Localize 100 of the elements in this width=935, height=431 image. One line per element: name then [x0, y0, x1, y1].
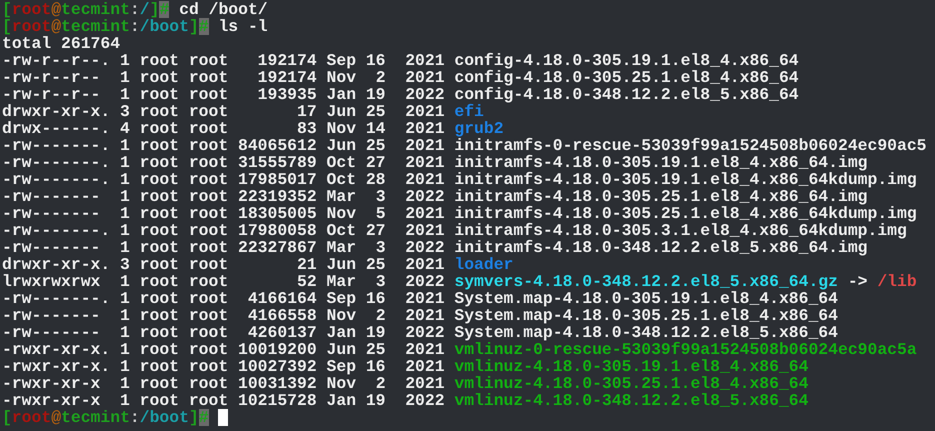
- size-text: 4166558: [248, 307, 317, 324]
- prompt-hash: #: [198, 409, 209, 426]
- prompt-at: @: [51, 1, 62, 18]
- permissions-text: drwxr-xr-x.: [2, 103, 110, 120]
- month-text: Nov: [326, 307, 356, 324]
- month-text: Jun: [326, 341, 356, 358]
- link-count-text: 1: [120, 69, 130, 86]
- permissions-text: -rw-------: [2, 307, 102, 324]
- prompt-bracket: ]: [188, 18, 199, 35]
- year-text: 2021: [405, 307, 445, 324]
- permissions-text: -rw-r--r--: [2, 86, 102, 103]
- file-name: config-4.18.0-348.12.2.el8_5.x86_64: [454, 86, 799, 103]
- month-text: Jan: [326, 324, 356, 341]
- size-text: 10027392: [238, 358, 317, 375]
- day-text: 19: [366, 324, 386, 341]
- prompt-host: tecmint: [61, 409, 130, 426]
- day-text: 25: [366, 256, 386, 273]
- file-name: System.map-4.18.0-348.12.2.el8_5.x86_64: [454, 324, 838, 341]
- permissions-text: -rw-------.: [2, 222, 110, 239]
- link-count-text: 1: [120, 188, 130, 205]
- year-text: 2021: [405, 103, 445, 120]
- day-text: 14: [366, 120, 386, 137]
- prompt-bracket: [: [2, 18, 12, 35]
- owner-text: root: [140, 103, 180, 120]
- owner-text: root: [140, 205, 180, 222]
- permissions-text: -rw-------: [2, 205, 102, 222]
- month-text: Mar: [326, 188, 356, 205]
- size-text: 52: [297, 273, 317, 290]
- size-text: 192174: [258, 52, 317, 69]
- group-text: root: [188, 69, 228, 86]
- month-text: Sep: [326, 52, 356, 69]
- month-text: Jan: [326, 86, 356, 103]
- size-text: 10031392: [238, 375, 317, 392]
- day-text: 2: [376, 375, 386, 392]
- day-text: 27: [366, 222, 386, 239]
- size-text: 17985017: [238, 171, 317, 188]
- year-text: 2021: [405, 205, 445, 222]
- group-text: root: [188, 358, 228, 375]
- size-text: 4166164: [248, 290, 317, 307]
- month-text: Nov: [326, 69, 356, 86]
- day-text: 16: [366, 52, 386, 69]
- month-text: Oct: [326, 154, 356, 171]
- month-text: Sep: [326, 358, 356, 375]
- link-count-text: 1: [120, 205, 130, 222]
- day-text: 2: [376, 307, 386, 324]
- permissions-text: -rw-------: [2, 324, 102, 341]
- group-text: root: [188, 307, 228, 324]
- prompt-bracket: [: [2, 1, 12, 18]
- file-name: symvers-4.18.0-348.12.2.el8_5.x86_64.gz: [454, 273, 838, 290]
- group-text: root: [188, 171, 228, 188]
- prompt-host: tecmint: [61, 1, 130, 18]
- owner-text: root: [140, 69, 180, 86]
- group-text: root: [188, 290, 228, 307]
- size-text: 193935: [258, 86, 317, 103]
- group-text: root: [188, 103, 228, 120]
- permissions-text: -rwxr-xr-x: [2, 375, 102, 392]
- group-text: root: [188, 392, 228, 409]
- file-name: initramfs-4.18.0-305.25.1.el8_4.x86_64kdump.img: [454, 205, 917, 222]
- command-text: cd /boot/: [179, 1, 268, 18]
- output-text: total 261764: [2, 35, 120, 52]
- month-text: Mar: [326, 239, 356, 256]
- owner-text: root: [140, 392, 180, 409]
- size-text: 21: [297, 256, 317, 273]
- permissions-text: -rw-------.: [2, 137, 110, 154]
- file-name: vmlinuz-4.18.0-305.19.1.el8_4.x86_64: [454, 358, 808, 375]
- prompt-bracket: ]: [150, 1, 160, 18]
- file-name: initramfs-0-rescue-53039f99a1524508b06024ec90ac5: [454, 137, 927, 154]
- month-text: Nov: [326, 375, 356, 392]
- day-text: 16: [366, 358, 386, 375]
- link-count-text: 1: [120, 222, 130, 239]
- prompt-hash: #: [159, 1, 170, 18]
- day-text: 19: [366, 392, 386, 409]
- day-text: 2: [376, 69, 386, 86]
- day-text: 25: [366, 103, 386, 120]
- month-text: Mar: [326, 273, 356, 290]
- size-text: 18305005: [238, 205, 317, 222]
- year-text: 2021: [405, 137, 445, 154]
- owner-text: root: [140, 239, 180, 256]
- file-name: initramfs-4.18.0-348.12.2.el8_5.x86_64.img: [454, 239, 868, 256]
- prompt-at: @: [51, 409, 62, 426]
- file-name: config-4.18.0-305.19.1.el8_4.x86_64: [454, 52, 799, 69]
- permissions-text: -rwxr-xr-x.: [2, 358, 110, 375]
- prompt-host: tecmint: [61, 18, 130, 35]
- permissions-text: -rwxr-xr-x: [2, 392, 102, 409]
- owner-text: root: [140, 86, 180, 103]
- owner-text: root: [140, 341, 180, 358]
- link-count-text: 3: [120, 103, 130, 120]
- permissions-text: -rw-------: [2, 239, 102, 256]
- group-text: root: [188, 188, 228, 205]
- file-name: vmlinuz-4.18.0-348.12.2.el8_5.x86_64: [454, 392, 808, 409]
- permissions-text: -rwxr-xr-x.: [2, 341, 110, 358]
- group-text: root: [188, 137, 228, 154]
- prompt-colon: :: [130, 409, 140, 426]
- owner-text: root: [140, 222, 180, 239]
- file-name: loader: [454, 256, 514, 273]
- permissions-text: -rw-------.: [2, 171, 110, 188]
- owner-text: root: [140, 290, 180, 307]
- month-text: Jun: [326, 256, 356, 273]
- permissions-text: -rw-r--r--.: [2, 52, 110, 69]
- link-count-text: 1: [120, 324, 130, 341]
